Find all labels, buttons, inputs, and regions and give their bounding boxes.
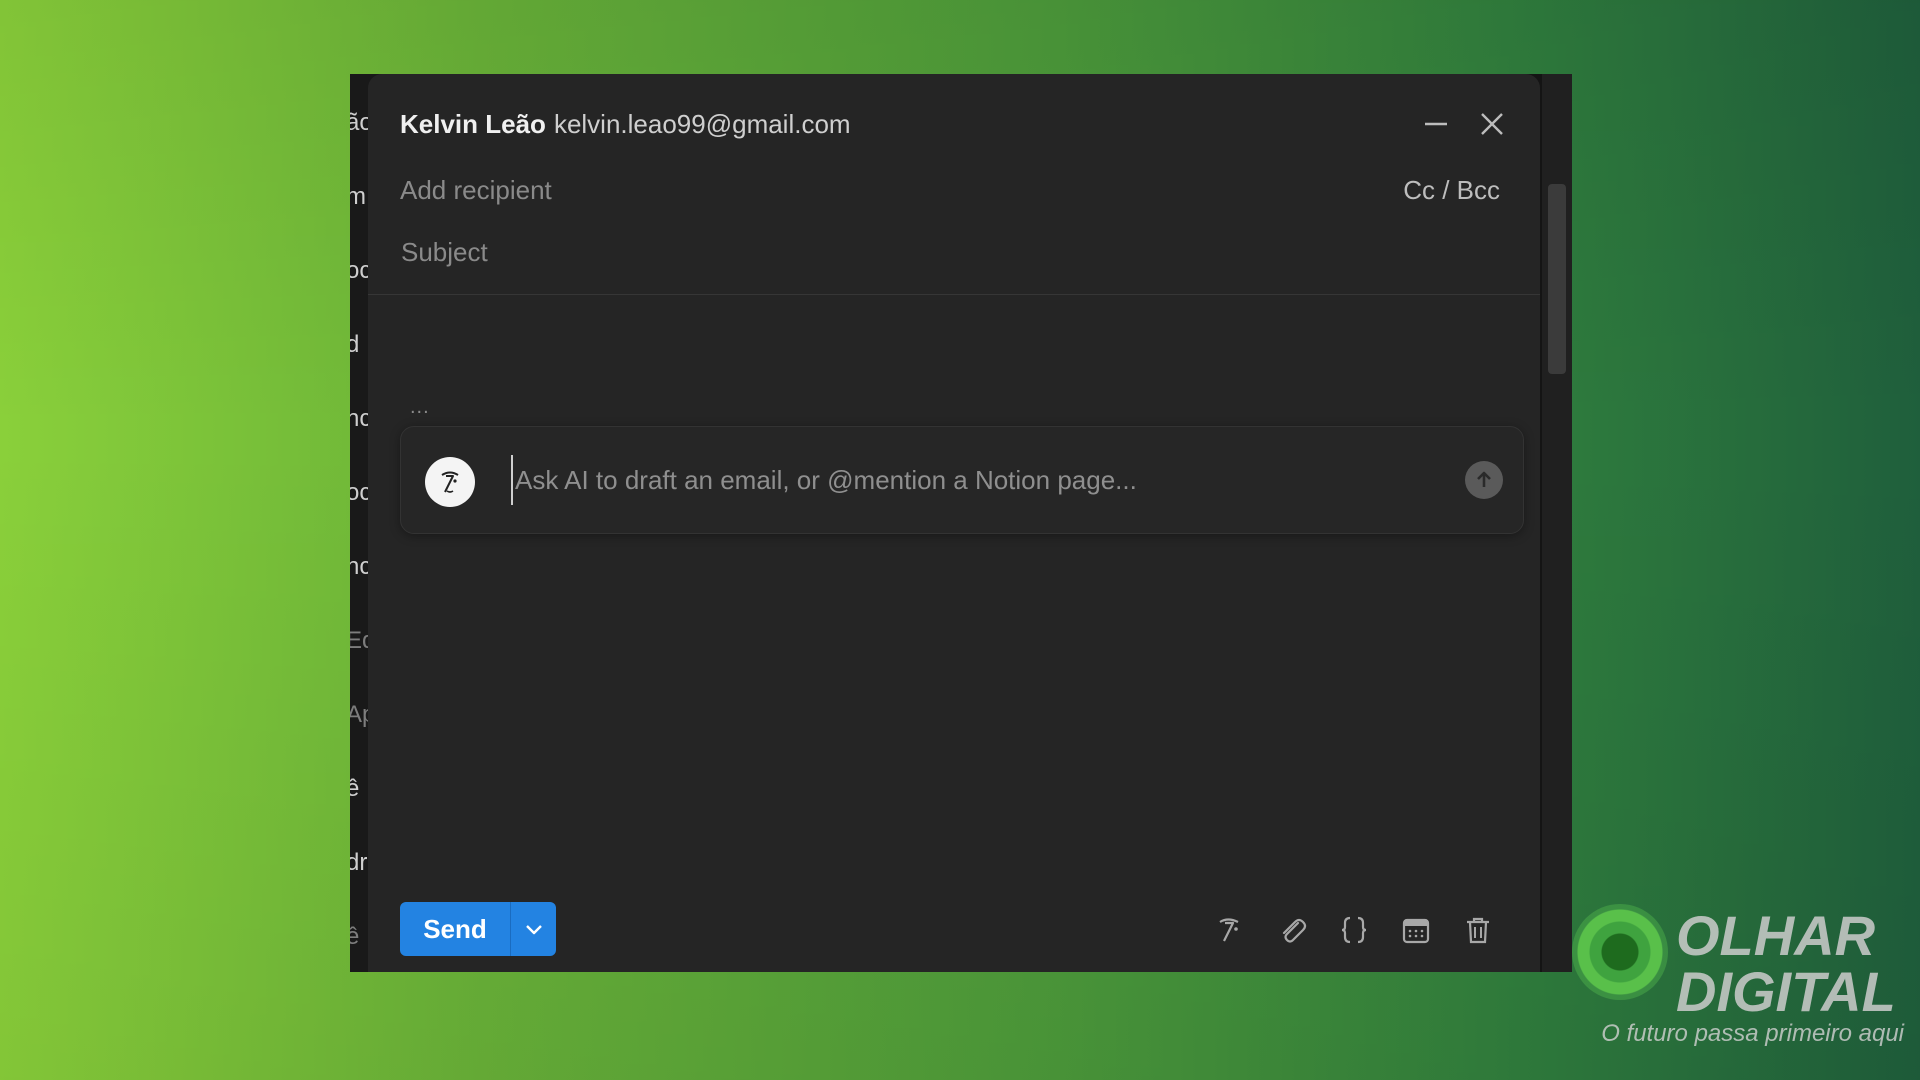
compose-modal: Kelvin Leão kelvin.leao99@gmail.com Cc /… bbox=[368, 74, 1540, 972]
body-overflow-dots: ... bbox=[410, 396, 430, 418]
trash-icon bbox=[1467, 917, 1489, 944]
watermark-tagline: O futuro passa primeiro aqui bbox=[1601, 1020, 1904, 1047]
scrollbar-thumb[interactable] bbox=[1548, 184, 1566, 374]
scrollbar[interactable] bbox=[1542, 74, 1572, 972]
attach-button[interactable] bbox=[1270, 908, 1314, 952]
template-button[interactable] bbox=[1332, 908, 1376, 952]
olhar-digital-logo-icon bbox=[1572, 904, 1668, 1000]
compose-toolbar bbox=[1208, 908, 1500, 952]
from-email: kelvin.leao99@gmail.com bbox=[553, 108, 851, 139]
notion-ai-avatar bbox=[425, 457, 475, 507]
braces-icon bbox=[1341, 916, 1367, 944]
header-divider bbox=[368, 294, 1540, 295]
minimize-icon bbox=[1425, 122, 1447, 126]
ai-icon bbox=[1219, 918, 1239, 942]
close-icon bbox=[1481, 113, 1503, 135]
chevron-down-icon bbox=[525, 925, 542, 935]
ai-face-icon bbox=[441, 471, 459, 493]
recipient-input[interactable] bbox=[400, 174, 1100, 206]
minimize-button[interactable] bbox=[1416, 104, 1456, 144]
app-window: ão m oc d nc oc nc Ed Ap ê dri ê Kelvin … bbox=[350, 74, 1572, 972]
ai-tool-button[interactable] bbox=[1208, 908, 1252, 952]
ai-submit-button[interactable] bbox=[1465, 461, 1503, 499]
watermark-brand: OLHAR DIGITAL bbox=[1676, 904, 1896, 1023]
watermark: OLHAR DIGITAL O futuro passa primeiro aq… bbox=[1568, 900, 1908, 1060]
arrow-up-icon bbox=[1477, 471, 1491, 487]
close-button[interactable] bbox=[1472, 104, 1512, 144]
send-button[interactable]: Send bbox=[400, 902, 510, 956]
paperclip-icon bbox=[1282, 918, 1307, 943]
from-name: Kelvin Leão bbox=[400, 108, 546, 139]
send-button-group: Send bbox=[400, 902, 556, 956]
subject-input[interactable] bbox=[401, 236, 1101, 268]
delete-draft-button[interactable] bbox=[1456, 908, 1500, 952]
recipient-row: Cc / Bcc bbox=[400, 170, 1500, 210]
ai-draft-box bbox=[400, 426, 1524, 534]
subject-row bbox=[401, 232, 1101, 272]
schedule-button[interactable] bbox=[1394, 908, 1438, 952]
send-options-button[interactable] bbox=[510, 902, 556, 956]
from-row: Kelvin Leão kelvin.leao99@gmail.com bbox=[400, 106, 851, 142]
ai-prompt-input[interactable] bbox=[511, 455, 1411, 505]
calendar-icon bbox=[1402, 918, 1430, 944]
cc-bcc-toggle[interactable]: Cc / Bcc bbox=[1403, 175, 1500, 206]
